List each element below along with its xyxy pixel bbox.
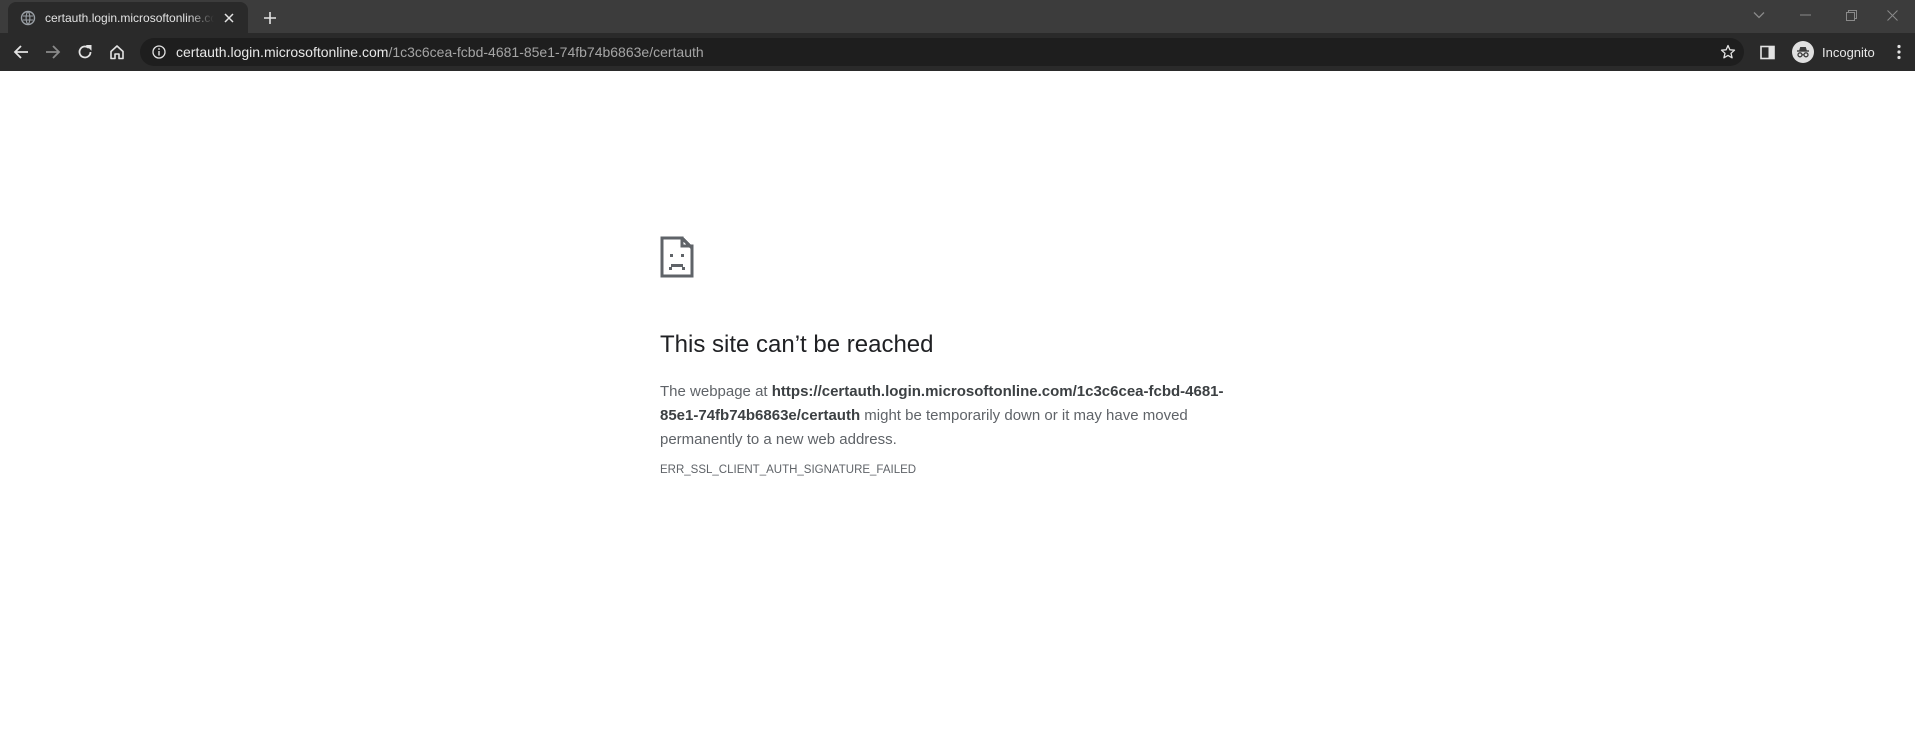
browser-menu-button[interactable] [1885, 38, 1913, 66]
error-title: This site can’t be reached [660, 331, 934, 358]
incognito-profile-button[interactable]: Incognito [1786, 38, 1881, 66]
side-panel-icon [1759, 45, 1775, 59]
error-description: The webpage at https://certauth.login.mi… [660, 380, 1240, 452]
minimize-button[interactable] [1782, 0, 1828, 30]
kebab-menu-icon [1897, 44, 1901, 60]
url-text[interactable]: certauth.login.microsoftonline.com/1c3c6… [176, 44, 704, 60]
forward-arrow-icon [46, 45, 61, 59]
sad-page-icon [660, 236, 694, 278]
close-window-button[interactable] [1869, 0, 1915, 30]
back-button[interactable] [7, 38, 35, 66]
restore-icon [1845, 9, 1857, 21]
url-path: /1c3c6cea-fcbd-4681-85e1-74fb74b6863e/ce… [388, 44, 704, 60]
tab-search-button[interactable] [1736, 0, 1782, 30]
reload-button[interactable] [71, 38, 99, 66]
home-icon [110, 45, 124, 60]
side-panel-button[interactable] [1753, 38, 1781, 66]
forward-button[interactable] [39, 38, 67, 66]
error-code: ERR_SSL_CLIENT_AUTH_SIGNATURE_FAILED [660, 464, 917, 476]
error-container: This site can’t be reached The webpage a… [660, 236, 1240, 476]
back-arrow-icon [13, 45, 28, 59]
site-info-icon[interactable] [150, 43, 168, 61]
incognito-label: Incognito [1822, 44, 1875, 60]
minimize-icon [1799, 14, 1811, 16]
browser-toolbar: certauth.login.microsoftonline.com/1c3c6… [0, 33, 1915, 72]
browser-tab[interactable]: certauth.login.microsoftonline.com/1c3c6… [8, 2, 248, 33]
home-button[interactable] [103, 38, 131, 66]
globe-icon [20, 10, 36, 26]
chevron-down-icon [1753, 12, 1765, 19]
error-desc-prefix: The webpage at [660, 383, 772, 400]
new-tab-button[interactable] [258, 6, 282, 30]
tab-strip: certauth.login.microsoftonline.com/1c3c6… [0, 0, 1915, 33]
tab-close-icon[interactable] [220, 9, 238, 27]
page-content: This site can’t be reached The webpage a… [0, 71, 1915, 755]
restore-button[interactable] [1828, 0, 1874, 30]
bookmark-star-icon[interactable] [1718, 42, 1738, 62]
address-bar[interactable]: certauth.login.microsoftonline.com/1c3c6… [140, 38, 1744, 66]
reload-icon [78, 45, 92, 59]
plus-icon [264, 12, 276, 24]
url-host: certauth.login.microsoftonline.com [176, 44, 389, 60]
tab-title: certauth.login.microsoftonline.com/1c3c6… [45, 10, 214, 25]
close-icon [1886, 9, 1898, 21]
incognito-icon [1792, 41, 1814, 63]
